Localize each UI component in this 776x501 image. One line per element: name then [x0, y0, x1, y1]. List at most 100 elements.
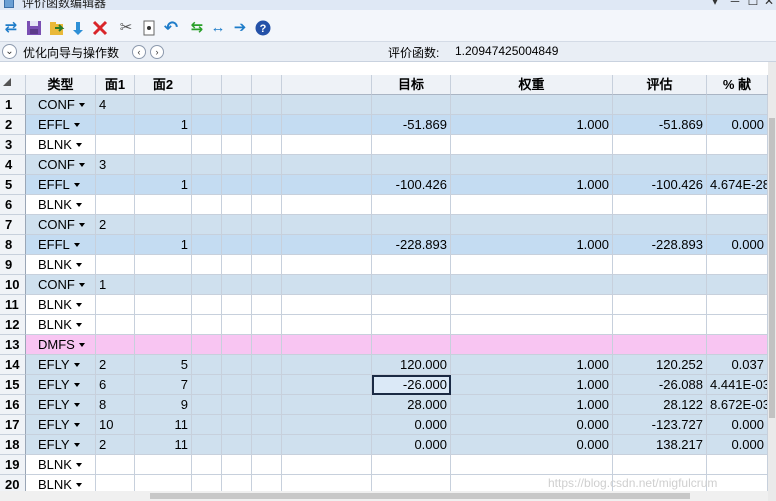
save-icon[interactable]	[25, 19, 43, 37]
contrib-cell[interactable]: 4.674E-28	[707, 175, 768, 195]
param4-cell[interactable]	[282, 435, 372, 455]
weight-cell[interactable]: 1.000	[451, 175, 613, 195]
header-value[interactable]: 评估	[613, 75, 707, 95]
value-cell[interactable]	[613, 135, 707, 155]
param1-cell[interactable]	[192, 455, 222, 475]
surf2-cell[interactable]: 1	[135, 235, 192, 255]
surf1-cell[interactable]: 1	[96, 275, 135, 295]
param4-cell[interactable]	[282, 255, 372, 275]
param3-cell[interactable]	[252, 255, 282, 275]
value-cell[interactable]: -100.426	[613, 175, 707, 195]
header-param3[interactable]	[252, 75, 282, 95]
surf1-cell[interactable]	[96, 335, 135, 355]
dropdown-arrow-icon[interactable]	[78, 103, 85, 107]
next-arrow-icon[interactable]: ›	[150, 45, 164, 59]
surf2-cell[interactable]	[135, 335, 192, 355]
operand-type-select[interactable]: BLNK	[26, 135, 96, 155]
dropdown-arrow-icon[interactable]	[73, 363, 80, 367]
value-cell[interactable]	[613, 275, 707, 295]
surf1-cell[interactable]: 2	[96, 355, 135, 375]
value-cell[interactable]: 138.217	[613, 435, 707, 455]
param2-cell[interactable]	[222, 175, 252, 195]
contrib-cell[interactable]: 4.441E-03	[707, 375, 768, 395]
surf1-cell[interactable]	[96, 195, 135, 215]
target-cell[interactable]: 28.000	[372, 395, 451, 415]
operand-row[interactable]: 10 CONF 1	[0, 275, 768, 295]
undo-icon[interactable]: ↶	[162, 19, 180, 37]
operand-type-select[interactable]: CONF	[26, 155, 96, 175]
target-cell[interactable]	[372, 275, 451, 295]
minimize-button[interactable]: ─	[728, 0, 742, 8]
param2-cell[interactable]	[222, 95, 252, 115]
operand-row[interactable]: 15 EFLY 6 7 -26.000 1.000 -26.088 4.441E-03	[0, 375, 768, 395]
param4-cell[interactable]	[282, 315, 372, 335]
param3-cell[interactable]	[252, 135, 282, 155]
param2-cell[interactable]	[222, 215, 252, 235]
operand-row[interactable]: 8 EFFL 1 -228.893 1.000 -228.893 0.000	[0, 235, 768, 255]
operand-type-select[interactable]: EFLY	[26, 395, 96, 415]
header-surf2[interactable]: 面2	[135, 75, 192, 95]
dropdown-arrow-icon[interactable]	[73, 443, 80, 447]
dropdown-arrow-icon[interactable]	[73, 383, 80, 387]
surf1-cell[interactable]	[96, 175, 135, 195]
weight-cell[interactable]	[451, 335, 613, 355]
value-cell[interactable]: -26.088	[613, 375, 707, 395]
weight-cell[interactable]: 1.000	[451, 395, 613, 415]
dropdown-arrow-icon[interactable]	[73, 423, 80, 427]
value-cell[interactable]: 120.252	[613, 355, 707, 375]
weight-cell[interactable]	[451, 95, 613, 115]
param2-cell[interactable]	[222, 255, 252, 275]
dropdown-arrow-icon[interactable]	[75, 143, 82, 147]
operand-type-select[interactable]: EFLY	[26, 415, 96, 435]
param2-cell[interactable]	[222, 415, 252, 435]
param4-cell[interactable]	[282, 355, 372, 375]
param1-cell[interactable]	[192, 435, 222, 455]
step-icon[interactable]: ↔	[209, 19, 227, 37]
surf2-cell[interactable]: 9	[135, 395, 192, 415]
surf2-cell[interactable]: 7	[135, 375, 192, 395]
surf1-cell[interactable]: 3	[96, 155, 135, 175]
go-icon[interactable]: ➔	[231, 19, 249, 37]
import-icon[interactable]	[70, 19, 88, 37]
header-weight[interactable]: 权重	[451, 75, 613, 95]
surf2-cell[interactable]	[135, 135, 192, 155]
dropdown-arrow-icon[interactable]	[75, 323, 82, 327]
target-cell[interactable]: 120.000	[372, 355, 451, 375]
contrib-cell[interactable]	[707, 255, 768, 275]
target-cell[interactable]	[372, 455, 451, 475]
target-cell[interactable]: 0.000	[372, 415, 451, 435]
weight-cell[interactable]: 1.000	[451, 115, 613, 135]
param2-cell[interactable]	[222, 135, 252, 155]
select-all-corner[interactable]	[0, 75, 26, 95]
load-icon[interactable]	[48, 19, 66, 37]
contrib-cell[interactable]	[707, 135, 768, 155]
surf2-cell[interactable]: 11	[135, 415, 192, 435]
dropdown-arrow-icon[interactable]	[75, 263, 82, 267]
operand-row[interactable]: 18 EFLY 2 11 0.000 0.000 138.217 0.000	[0, 435, 768, 455]
param1-cell[interactable]	[192, 315, 222, 335]
dropdown-arrow-icon[interactable]	[75, 303, 82, 307]
maximize-button[interactable]: ☐	[746, 0, 760, 8]
param1-cell[interactable]	[192, 415, 222, 435]
weight-cell[interactable]	[451, 195, 613, 215]
surf1-cell[interactable]	[96, 315, 135, 335]
weight-cell[interactable]	[451, 295, 613, 315]
weight-cell[interactable]	[451, 135, 613, 155]
operand-row[interactable]: 13 DMFS	[0, 335, 768, 355]
target-cell[interactable]	[372, 155, 451, 175]
operand-row[interactable]: 14 EFLY 2 5 120.000 1.000 120.252 0.037	[0, 355, 768, 375]
value-cell[interactable]: 28.122	[613, 395, 707, 415]
param1-cell[interactable]	[192, 335, 222, 355]
operand-type-select[interactable]: EFLY	[26, 355, 96, 375]
param3-cell[interactable]	[252, 315, 282, 335]
param3-cell[interactable]	[252, 295, 282, 315]
operand-type-select[interactable]: EFFL	[26, 115, 96, 135]
dropdown-arrow-icon[interactable]	[75, 203, 82, 207]
refresh-icon[interactable]: ⇄	[2, 19, 20, 37]
value-cell[interactable]	[613, 455, 707, 475]
dropdown-arrow-icon[interactable]	[78, 163, 85, 167]
operand-type-select[interactable]: EFFL	[26, 235, 96, 255]
operand-type-select[interactable]: CONF	[26, 275, 96, 295]
target-cell[interactable]: -26.000	[372, 375, 451, 395]
param4-cell[interactable]	[282, 295, 372, 315]
